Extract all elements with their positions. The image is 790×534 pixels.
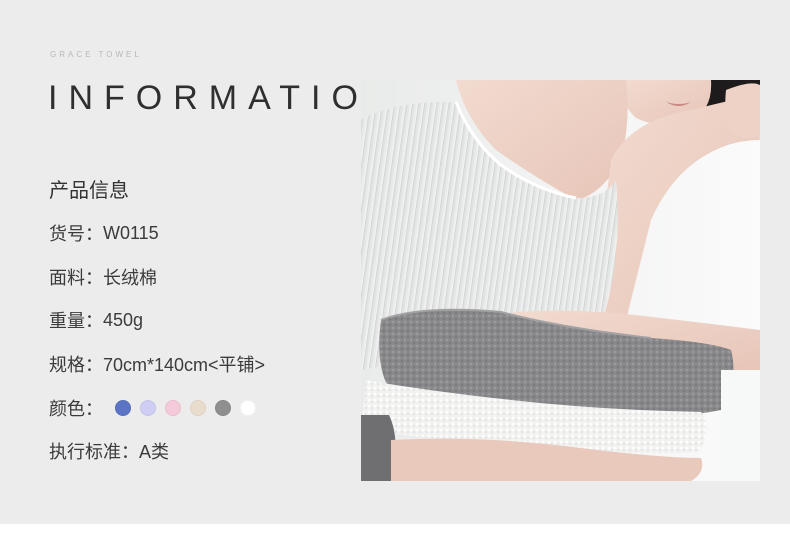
bottom-divider: [0, 524, 790, 534]
color-swatch-pink[interactable]: [165, 400, 181, 416]
material-value: 长绒棉: [103, 268, 157, 288]
material-row: 面料： 长绒棉: [49, 265, 157, 289]
color-swatch-beige[interactable]: [190, 400, 206, 416]
sku-value: W0115: [103, 222, 159, 243]
sku-label: 货号：: [49, 224, 103, 245]
weight-row: 重量： 450g: [49, 308, 144, 333]
sku-row: 货号： W0115: [49, 221, 159, 246]
product-info-page: GRACE TOWEL INFORMATION 产品信息 货号： W0115 面…: [0, 0, 790, 534]
size-label: 规格：: [49, 355, 103, 376]
size-value: 70cm*140cm<平铺>: [103, 355, 266, 375]
weight-value: 450g: [103, 309, 144, 330]
color-label: 颜色：: [49, 399, 103, 420]
color-swatches: [115, 400, 265, 416]
page-title: INFORMATION: [48, 79, 405, 117]
standard-row: 执行标准： A类: [49, 439, 169, 463]
color-row: 颜色：: [49, 396, 265, 420]
size-row: 规格： 70cm*140cm<平铺>: [49, 352, 265, 376]
brand-label: GRACE TOWEL: [50, 50, 142, 59]
standard-label: 执行标准：: [49, 442, 139, 463]
model-with-towels-illustration: [361, 80, 760, 481]
product-photo: [361, 80, 760, 481]
weight-label: 重量：: [49, 311, 103, 332]
material-label: 面料：: [49, 268, 103, 289]
standard-value: A类: [139, 442, 170, 462]
color-swatch-gray[interactable]: [215, 400, 231, 416]
color-swatch-blue[interactable]: [115, 400, 131, 416]
color-swatch-white[interactable]: [240, 400, 256, 416]
color-swatch-lavender[interactable]: [140, 400, 156, 416]
section-heading: 产品信息: [49, 178, 129, 202]
